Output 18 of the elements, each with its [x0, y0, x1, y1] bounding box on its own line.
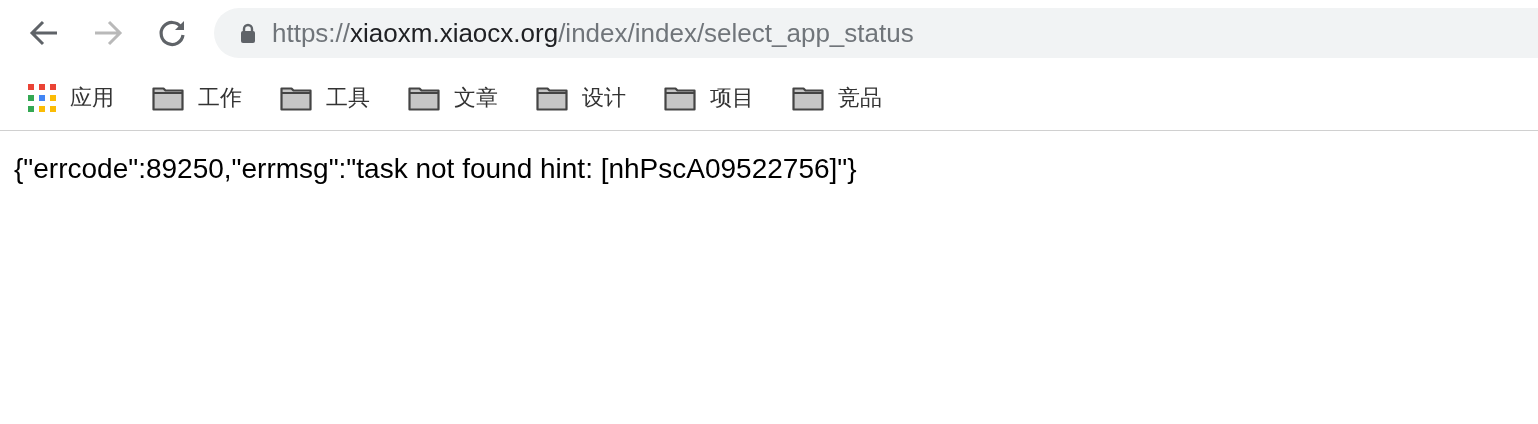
folder-icon: [408, 85, 440, 111]
folder-icon: [152, 85, 184, 111]
bookmark-folder[interactable]: 竞品: [790, 81, 884, 115]
bookmark-folder[interactable]: 项目: [662, 81, 756, 115]
url-text: https://xiaoxm.xiaocx.org/index/index/select_app_status: [272, 17, 914, 49]
bookmark-folder[interactable]: 设计: [534, 81, 628, 115]
apps-grid-icon: [28, 84, 56, 112]
address-bar[interactable]: https://xiaoxm.xiaocx.org/index/index/select_app_status: [214, 8, 1538, 58]
lock-icon: [240, 23, 256, 43]
folder-icon: [664, 85, 696, 111]
folder-icon: [280, 85, 312, 111]
json-response-text: {"errcode":89250,"errmsg":"task not found hint: [nhPscA09522756]"}: [14, 153, 857, 184]
bookmark-folder[interactable]: 工具: [278, 81, 372, 115]
folder-icon: [536, 85, 568, 111]
apps-bookmark[interactable]: 应用: [26, 81, 116, 115]
bookmark-folder[interactable]: 文章: [406, 81, 500, 115]
folder-icon: [792, 85, 824, 111]
bookmark-folder[interactable]: 工作: [150, 81, 244, 115]
